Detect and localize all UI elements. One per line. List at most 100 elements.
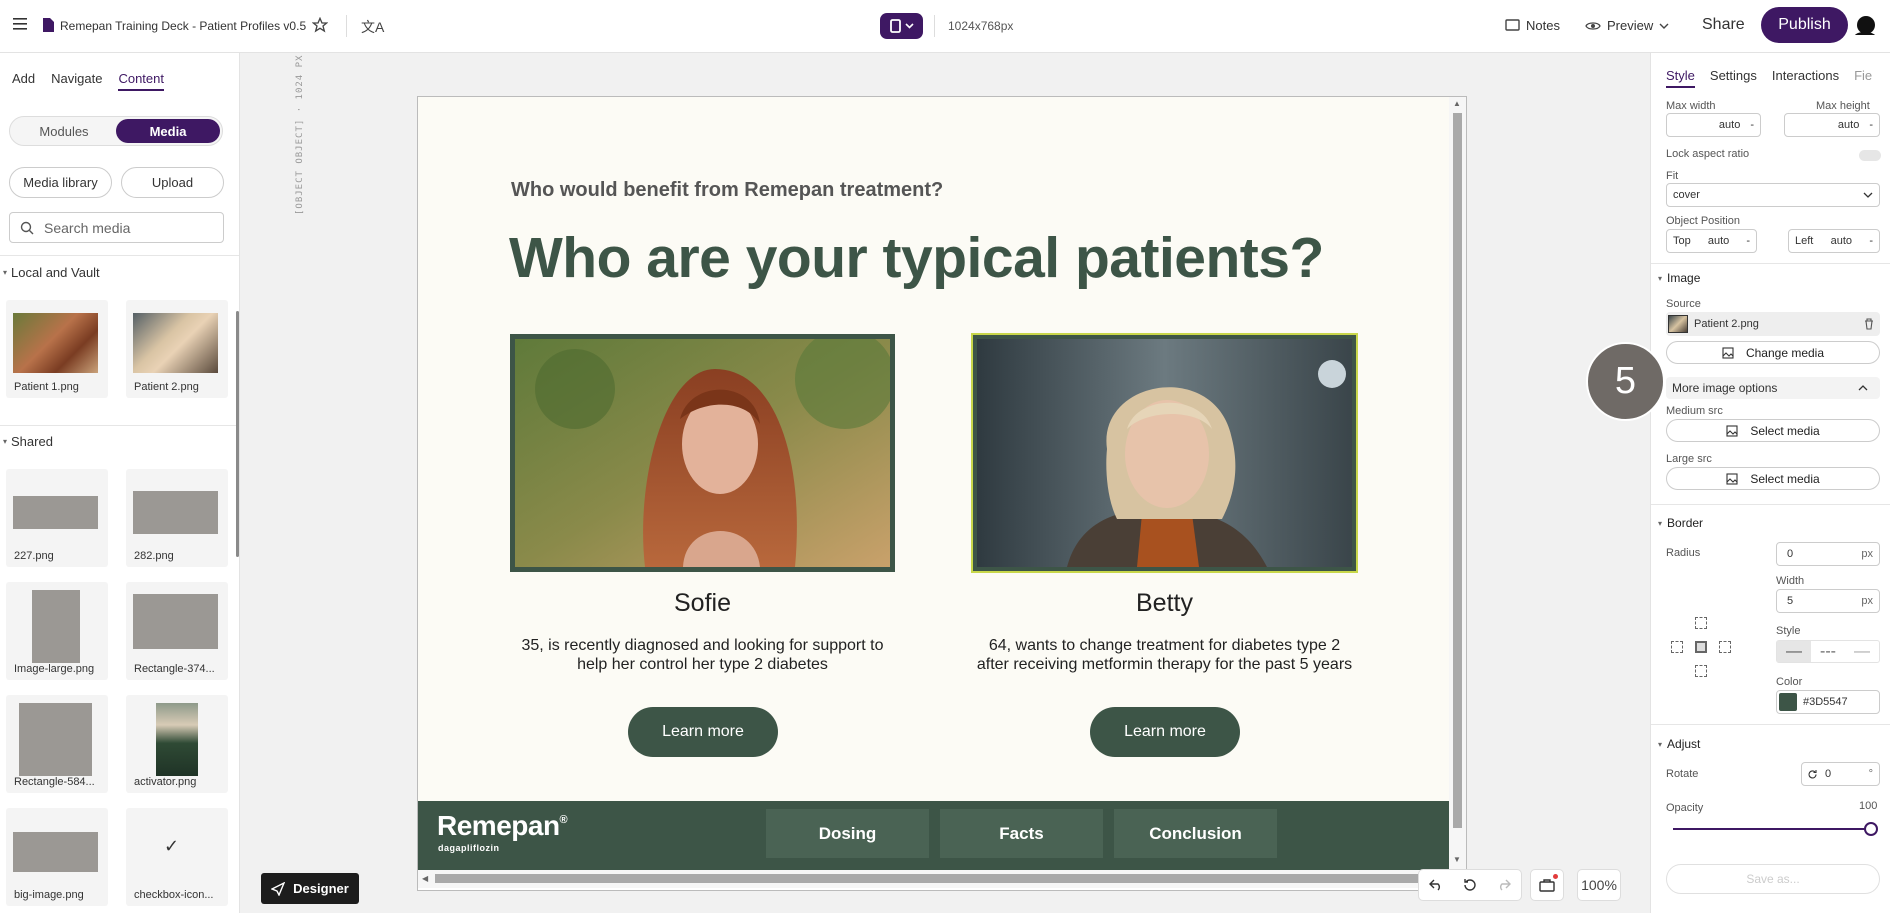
border-style-none[interactable]: — [1845, 641, 1879, 662]
translate-icon[interactable]: 文A [361, 17, 384, 37]
tab-style[interactable]: Style [1666, 68, 1695, 88]
opacity-slider-handle[interactable] [1864, 822, 1878, 836]
scroll-thumb[interactable] [435, 874, 1435, 883]
device-selector-button[interactable] [880, 13, 923, 39]
patient-name-sofie[interactable]: Sofie [510, 589, 895, 618]
adjust-section-header[interactable]: ▾ Adjust [1658, 737, 1700, 751]
patient-photo-betty[interactable] [971, 333, 1358, 573]
border-section-header[interactable]: ▾ Border [1658, 516, 1703, 530]
left-panel-scrollbar[interactable] [236, 311, 239, 557]
tab-interactions[interactable]: Interactions [1772, 68, 1839, 88]
divider [1651, 263, 1890, 264]
redo-icon[interactable] [1497, 879, 1511, 891]
media-tile-checkbox-icon[interactable]: ✓ checkbox-icon... [126, 808, 228, 906]
border-bottom-toggle[interactable] [1695, 665, 1707, 677]
media-tile-patient-2[interactable]: Patient 2.png [126, 300, 228, 398]
hamburger-menu-icon[interactable] [13, 17, 29, 31]
zoom-level-button[interactable]: 100% [1577, 869, 1621, 901]
change-media-button[interactable]: Change media [1666, 341, 1880, 364]
select-media-large-button[interactable]: Select media [1666, 467, 1880, 490]
position-left-field[interactable]: Left auto - [1788, 229, 1880, 253]
opacity-slider-track[interactable] [1673, 828, 1873, 830]
max-height-field[interactable]: auto - [1784, 113, 1880, 137]
history-icon[interactable] [1463, 878, 1477, 892]
document-title[interactable]: Remepan Training Deck - Patient Profiles… [60, 19, 306, 33]
scroll-left-arrow-icon[interactable]: ◀ [422, 874, 428, 883]
fit-select[interactable]: cover [1666, 183, 1880, 207]
select-media-medium-button[interactable]: Select media [1666, 419, 1880, 442]
color-swatch[interactable] [1779, 693, 1797, 711]
image-section-header[interactable]: ▾ Image [1658, 271, 1700, 285]
border-top-toggle[interactable] [1695, 617, 1707, 629]
tab-settings[interactable]: Settings [1710, 68, 1757, 88]
learn-more-button-sofie[interactable]: Learn more [628, 707, 778, 757]
patient-photo-sofie[interactable] [510, 334, 895, 572]
segment-media[interactable]: Media [116, 119, 220, 143]
border-all-toggle[interactable] [1695, 641, 1707, 653]
nav-button-facts[interactable]: Facts [940, 809, 1103, 858]
patient-portrait-image [977, 339, 1352, 567]
upload-button[interactable]: Upload [121, 167, 224, 198]
radius-input[interactable]: 0 px [1776, 542, 1880, 566]
tab-fie[interactable]: Fie [1854, 68, 1872, 88]
publish-button[interactable]: Publish [1761, 7, 1848, 43]
media-tile-activator[interactable]: activator.png [126, 695, 228, 793]
star-icon[interactable] [312, 17, 328, 33]
tab-add[interactable]: Add [12, 71, 35, 91]
tab-navigate[interactable]: Navigate [51, 71, 102, 91]
media-tile-patient-1[interactable]: Patient 1.png [6, 300, 108, 398]
search-media-field[interactable]: Search media [9, 212, 224, 243]
user-avatar-icon[interactable] [1852, 13, 1878, 39]
canvas-horizontal-scrollbar[interactable]: ◀ [418, 870, 1449, 888]
undo-icon[interactable] [1429, 879, 1443, 891]
media-tile-big-image[interactable]: big-image.png [6, 808, 108, 906]
media-tile-image-large[interactable]: Image-large.png [6, 582, 108, 680]
search-input[interactable]: Search media [44, 220, 130, 236]
scroll-down-arrow-icon[interactable]: ▼ [1453, 855, 1461, 864]
section-local-vault[interactable]: ▾ Local and Vault [3, 265, 100, 280]
media-tile-rectangle-584[interactable]: Rectangle-584... [6, 695, 108, 793]
source-file-row[interactable]: Patient 2.png [1666, 312, 1880, 336]
border-color-input[interactable]: #3D5547 [1776, 690, 1880, 714]
patient-description-sofie[interactable]: 35, is recently diagnosed and looking fo… [510, 636, 895, 674]
toolbox-button[interactable] [1530, 869, 1564, 901]
position-top-field[interactable]: Top auto - [1666, 229, 1757, 253]
more-image-options-toggle[interactable]: More image options [1666, 377, 1880, 399]
section-shared[interactable]: ▾ Shared [3, 434, 53, 449]
border-width-input[interactable]: 5 px [1776, 589, 1880, 613]
border-left-toggle[interactable] [1671, 641, 1683, 653]
max-width-field[interactable]: auto - [1666, 113, 1761, 137]
patient-description-betty[interactable]: 64, wants to change treatment for diabet… [972, 636, 1357, 674]
notes-button[interactable]: Notes [1505, 18, 1560, 33]
lock-aspect-toggle[interactable] [1859, 150, 1881, 161]
canvas-vertical-scrollbar[interactable]: ▲ ▼ [1449, 97, 1466, 870]
divider [0, 425, 239, 426]
notification-dot [1553, 874, 1558, 879]
medium-src-label: Medium src [1666, 405, 1723, 417]
media-tile-227[interactable]: 227.png [6, 469, 108, 567]
learn-more-button-betty[interactable]: Learn more [1090, 707, 1240, 757]
border-style-solid[interactable]: — [1777, 641, 1811, 662]
scroll-up-arrow-icon[interactable]: ▲ [1453, 99, 1461, 108]
share-button[interactable]: Share [1702, 16, 1745, 34]
media-tile-rectangle-374[interactable]: Rectangle-374... [126, 582, 228, 680]
border-style-dashed[interactable]: --- [1811, 641, 1845, 662]
trash-icon[interactable] [1864, 318, 1874, 330]
designer-button[interactable]: Designer [261, 873, 359, 904]
border-right-toggle[interactable] [1719, 641, 1731, 653]
tab-content[interactable]: Content [118, 71, 164, 91]
lock-aspect-label: Lock aspect ratio [1666, 148, 1750, 160]
rotate-input[interactable]: 0 ° [1801, 762, 1880, 786]
media-tile-282[interactable]: 282.png [126, 469, 228, 567]
slide-headline[interactable]: Who are your typical patients? [509, 225, 1324, 291]
nav-button-conclusion[interactable]: Conclusion [1114, 809, 1277, 858]
scroll-thumb[interactable] [1453, 113, 1462, 828]
patient-name-betty[interactable]: Betty [972, 589, 1357, 618]
nav-button-dosing[interactable]: Dosing [766, 809, 929, 858]
media-library-button[interactable]: Media library [9, 167, 112, 198]
save-as-button[interactable]: Save as... [1666, 864, 1880, 894]
segment-modules[interactable]: Modules [12, 119, 116, 143]
slide-subtitle[interactable]: Who would benefit from Remepan treatment… [511, 179, 943, 202]
image-icon [1726, 424, 1738, 437]
preview-button[interactable]: Preview [1585, 18, 1669, 33]
